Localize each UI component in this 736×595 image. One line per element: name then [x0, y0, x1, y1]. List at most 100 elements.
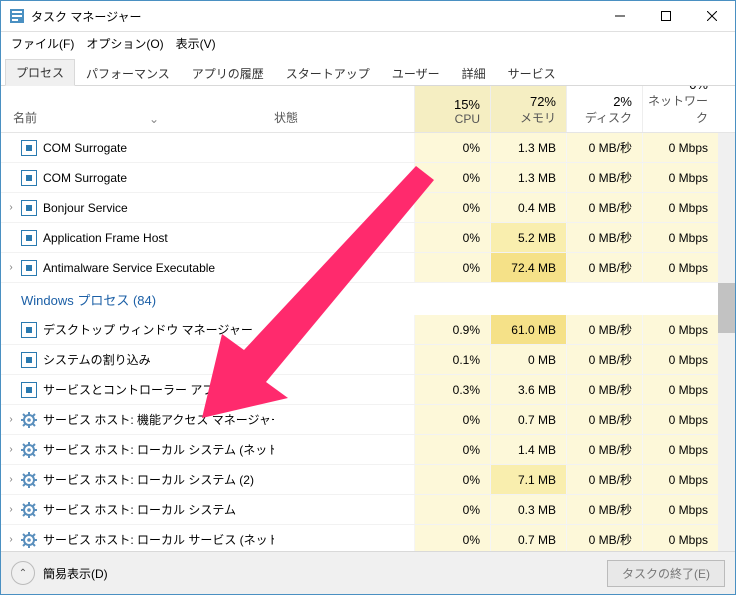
column-header-mem[interactable]: 72%メモリ — [490, 86, 566, 132]
column-header-disk[interactable]: 2%ディスク — [566, 86, 642, 132]
process-row[interactable]: ›サービス ホスト: 機能アクセス マネージャー サービス0%0.7 MB0 M… — [1, 405, 735, 435]
tab-6[interactable]: サービス — [497, 60, 567, 86]
process-row[interactable]: ›Bonjour Service0%0.4 MB0 MB/秒0 Mbps — [1, 193, 735, 223]
process-icon — [21, 200, 37, 216]
fewer-details-button[interactable]: ⌃ — [11, 561, 35, 585]
scrollbar-track[interactable] — [718, 133, 735, 551]
process-row[interactable]: COM Surrogate0%1.3 MB0 MB/秒0 Mbps — [1, 133, 735, 163]
column-header-status[interactable]: 状態 — [274, 86, 414, 132]
content-area: ⌄名前 状態 15%CPU 72%メモリ 2%ディスク 0%ネットワーク COM… — [1, 86, 735, 551]
gear-icon — [21, 442, 37, 458]
process-row[interactable]: ›Antimalware Service Executable0%72.4 MB… — [1, 253, 735, 283]
cell-net: 0 Mbps — [642, 315, 718, 344]
process-name: サービスとコントローラー アプリケーション — [43, 381, 274, 398]
cell-cpu: 0% — [414, 253, 490, 282]
cell-mem: 0.4 MB — [490, 193, 566, 222]
minimize-button[interactable] — [597, 1, 643, 31]
titlebar[interactable]: タスク マネージャー — [1, 1, 735, 32]
expand-chevron-icon[interactable]: › — [1, 534, 21, 545]
cell-mem: 0.7 MB — [490, 525, 566, 551]
cell-disk: 0 MB/秒 — [566, 253, 642, 282]
cell-disk: 0 MB/秒 — [566, 525, 642, 551]
cell-mem: 61.0 MB — [490, 315, 566, 344]
tab-1[interactable]: パフォーマンス — [75, 60, 181, 86]
menubar: ファイル(F) オプション(O) 表示(V) — [1, 32, 735, 54]
column-header-name[interactable]: ⌄名前 — [1, 86, 274, 132]
window-title: タスク マネージャー — [31, 8, 597, 25]
end-task-button[interactable]: タスクの終了(E) — [607, 560, 725, 587]
cell-cpu: 0% — [414, 525, 490, 551]
cell-net: 0 Mbps — [642, 405, 718, 434]
expand-chevron-icon[interactable]: › — [1, 474, 21, 485]
fewer-details-label[interactable]: 簡易表示(D) — [43, 565, 108, 582]
cell-net: 0 Mbps — [642, 465, 718, 494]
menu-view[interactable]: 表示(V) — [170, 33, 222, 54]
tab-3[interactable]: スタートアップ — [275, 60, 381, 86]
cell-disk: 0 MB/秒 — [566, 435, 642, 464]
tab-2[interactable]: アプリの履歴 — [181, 60, 275, 86]
close-button[interactable] — [689, 1, 735, 31]
cell-cpu: 0.9% — [414, 315, 490, 344]
cell-mem: 3.6 MB — [490, 375, 566, 404]
cell-cpu: 0% — [414, 435, 490, 464]
cell-disk: 0 MB/秒 — [566, 315, 642, 344]
expand-chevron-icon[interactable]: › — [1, 504, 21, 515]
column-header-cpu[interactable]: 15%CPU — [414, 86, 490, 132]
expand-chevron-icon[interactable]: › — [1, 444, 21, 455]
menu-file[interactable]: ファイル(F) — [5, 33, 80, 54]
process-list: COM Surrogate0%1.3 MB0 MB/秒0 MbpsCOM Sur… — [1, 133, 735, 551]
process-name: COM Surrogate — [43, 141, 274, 155]
app-icon — [9, 8, 25, 24]
scrollbar-thumb[interactable] — [718, 283, 735, 333]
cell-mem: 0.7 MB — [490, 405, 566, 434]
tab-4[interactable]: ユーザー — [381, 60, 451, 86]
tab-0[interactable]: プロセス — [5, 59, 75, 86]
cell-mem: 0 MB — [490, 345, 566, 374]
gear-icon — [21, 532, 37, 548]
maximize-button[interactable] — [643, 1, 689, 31]
process-row[interactable]: サービスとコントローラー アプリケーション 0.3%3.6 MB0 MB/秒0 M… — [1, 375, 735, 405]
column-header-net[interactable]: 0%ネットワーク — [642, 86, 718, 132]
window-controls — [597, 1, 735, 31]
process-row[interactable]: COM Surrogate0%1.3 MB0 MB/秒0 Mbps — [1, 163, 735, 193]
cell-disk: 0 MB/秒 — [566, 163, 642, 192]
tab-bar: プロセスパフォーマンスアプリの履歴スタートアップユーザー詳細サービス — [1, 54, 735, 86]
process-row[interactable]: ›サービス ホスト: ローカル システム (ネットワーク制限付...0%1.4 … — [1, 435, 735, 465]
cell-disk: 0 MB/秒 — [566, 375, 642, 404]
process-row[interactable]: ›サービス ホスト: ローカル システム (2)0%7.1 MB0 MB/秒0 … — [1, 465, 735, 495]
cell-cpu: 0% — [414, 133, 490, 162]
process-name: サービス ホスト: ローカル システム (2) — [43, 471, 274, 488]
group-windows-processes[interactable]: Windows プロセス (84) — [1, 283, 735, 315]
cell-cpu: 0.3% — [414, 375, 490, 404]
process-name: COM Surrogate — [43, 171, 274, 185]
cell-net: 0 Mbps — [642, 375, 718, 404]
tab-5[interactable]: 詳細 — [451, 60, 497, 86]
process-name: サービス ホスト: ローカル サービス (ネットワーク制限付き) — [43, 531, 274, 548]
gear-icon — [21, 502, 37, 518]
process-name: サービス ホスト: 機能アクセス マネージャー サービス — [43, 411, 274, 428]
cell-cpu: 0% — [414, 193, 490, 222]
cell-mem: 1.4 MB — [490, 435, 566, 464]
expand-chevron-icon[interactable]: › — [1, 202, 21, 213]
gear-icon — [21, 472, 37, 488]
process-icon — [21, 260, 37, 276]
cell-net: 0 Mbps — [642, 193, 718, 222]
footer: ⌃ 簡易表示(D) タスクの終了(E) — [1, 551, 735, 594]
cell-disk: 0 MB/秒 — [566, 465, 642, 494]
gear-icon — [21, 412, 37, 428]
process-row[interactable]: システムの割り込み0.1%0 MB0 MB/秒0 Mbps — [1, 345, 735, 375]
expand-chevron-icon[interactable]: › — [1, 262, 21, 273]
cell-disk: 0 MB/秒 — [566, 223, 642, 252]
menu-options[interactable]: オプション(O) — [80, 33, 169, 54]
process-row[interactable]: デスクトップ ウィンドウ マネージャー0.9%61.0 MB0 MB/秒0 Mb… — [1, 315, 735, 345]
cell-mem: 5.2 MB — [490, 223, 566, 252]
cell-mem: 72.4 MB — [490, 253, 566, 282]
cell-cpu: 0% — [414, 465, 490, 494]
cell-net: 0 Mbps — [642, 133, 718, 162]
process-row[interactable]: › サービス ホスト: ローカル サービス (ネットワーク制限付き) 0%0.7 M… — [1, 525, 735, 551]
expand-chevron-icon[interactable]: › — [1, 414, 21, 425]
process-row[interactable]: ›サービス ホスト: ローカル システム0%0.3 MB0 MB/秒0 Mbps — [1, 495, 735, 525]
process-name: サービス ホスト: ローカル システム — [43, 501, 274, 518]
cell-net: 0 Mbps — [642, 345, 718, 374]
process-row[interactable]: Application Frame Host0%5.2 MB0 MB/秒0 Mb… — [1, 223, 735, 253]
